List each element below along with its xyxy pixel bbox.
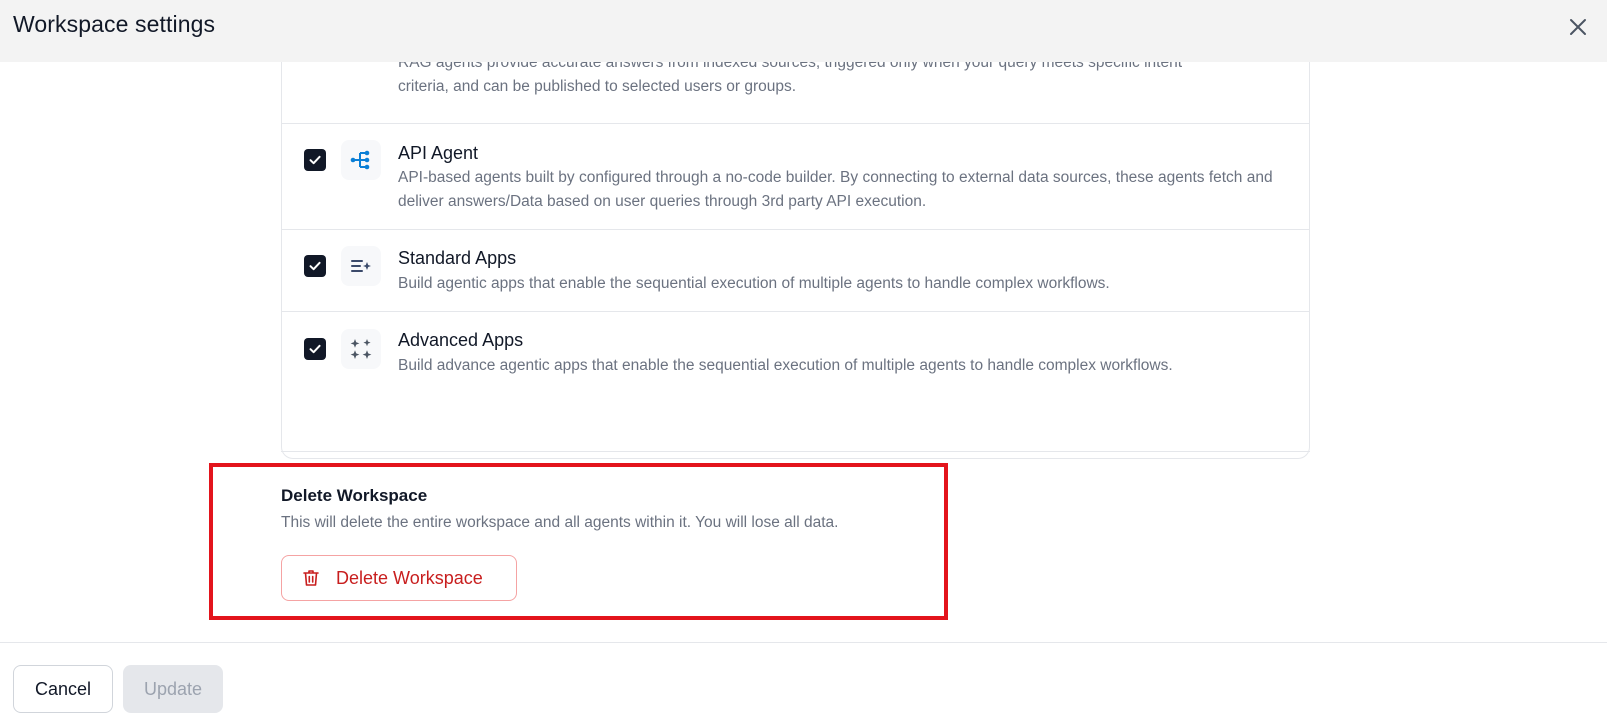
agent-row-standard-apps: Standard Apps Build agentic apps that en… — [282, 229, 1309, 311]
agent-description: Build agentic apps that enable the seque… — [398, 275, 1110, 292]
api-agent-icon-tile — [341, 140, 381, 180]
delete-workspace-button[interactable]: Delete Workspace — [281, 555, 517, 601]
cancel-button[interactable]: Cancel — [13, 665, 113, 713]
settings-content[interactable]: RAG agents provide accurate answers from… — [0, 62, 1607, 642]
sparkles-icon — [350, 339, 372, 359]
dialog-footer: Cancel Update — [0, 642, 1607, 727]
agent-row-rag: RAG agents provide accurate answers from… — [282, 62, 1309, 123]
agent-name: API Agent — [398, 143, 479, 163]
list-sparkle-icon — [351, 260, 371, 272]
agent-description-line: RAG agents provide accurate answers from… — [398, 62, 1182, 71]
delete-section-title: Delete Workspace — [281, 486, 428, 505]
agent-name: Standard Apps — [398, 248, 517, 268]
advanced-apps-icon-tile — [341, 329, 381, 369]
check-icon — [309, 155, 321, 165]
agent-description: RAG agents provide accurate answers from… — [398, 62, 1293, 99]
advanced-apps-checkbox[interactable] — [304, 338, 326, 360]
agent-description: Build advance agentic apps that enable t… — [398, 357, 1173, 374]
agent-row-api: API Agent API-based agents built by conf… — [282, 123, 1309, 229]
dialog-header: Workspace settings — [0, 0, 1607, 62]
update-button: Update — [123, 665, 223, 713]
check-icon — [309, 261, 321, 271]
delete-section-description: This will delete the entire workspace an… — [281, 514, 839, 531]
delete-workspace-button-label: Delete Workspace — [336, 567, 483, 588]
standard-apps-checkbox[interactable] — [304, 255, 326, 277]
trash-icon — [300, 567, 322, 589]
agent-description-line: criteria, and can be published to select… — [398, 78, 797, 95]
close-button[interactable] — [1564, 13, 1592, 41]
api-agent-checkbox[interactable] — [304, 149, 326, 171]
check-icon — [309, 344, 321, 354]
agent-type-list: RAG agents provide accurate answers from… — [281, 62, 1310, 459]
section-divider — [281, 451, 1310, 452]
agent-name: Advanced Apps — [398, 330, 524, 350]
api-flow-icon — [350, 150, 370, 170]
agent-row-advanced-apps: Advanced Apps Build advance agentic apps… — [282, 311, 1309, 393]
standard-apps-icon-tile — [341, 246, 381, 286]
dialog-title: Workspace settings — [13, 11, 216, 37]
agent-description: API-based agents built by configured thr… — [398, 169, 1273, 210]
close-icon — [1570, 19, 1586, 35]
